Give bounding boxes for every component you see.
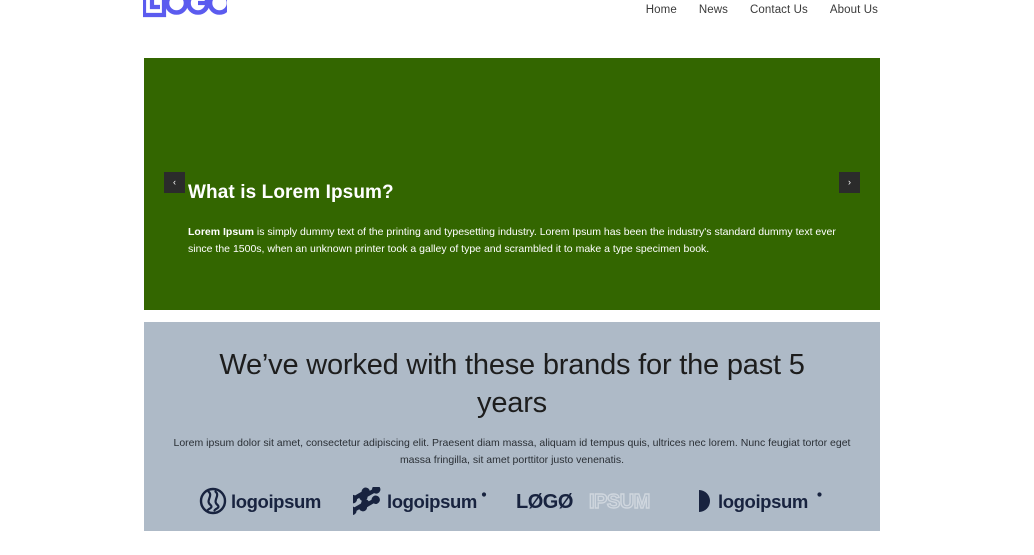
main-navigation: Home News Contact Us About Us	[646, 0, 878, 20]
carousel-prev-button[interactable]: ‹	[164, 172, 185, 193]
logoipsum-circle-waves-icon: logoipsum	[199, 487, 321, 514]
hero-title: What is Lorem Ipsum?	[188, 182, 394, 203]
nav-item-about-us[interactable]: About Us	[830, 4, 878, 16]
hero-carousel: ‹ › What is Lorem Ipsum? Lorem Ipsum is …	[144, 58, 880, 310]
nav-item-contact-us[interactable]: Contact Us	[750, 4, 808, 16]
carousel-next-button[interactable]: ›	[839, 172, 860, 193]
logoipsum-nodes-icon: logoipsum	[352, 486, 486, 515]
svg-text:LØGØ: LØGØ	[516, 491, 573, 513]
site-logo[interactable]	[143, 0, 227, 18]
logo-wordmark-icon	[143, 0, 227, 18]
brand-logo-outline: LØGØ IPSUM	[516, 487, 668, 515]
brand-logo-half-moon: logoipsum	[696, 487, 826, 515]
svg-text:IPSUM: IPSUM	[589, 491, 650, 513]
site-header: Home News Contact Us About Us	[0, 0, 1034, 40]
brand-logo-circle-waves: logoipsum	[199, 487, 325, 515]
brand-logo-row: logoipsum logoipsum LØGØ IPSUM logoipsum	[144, 486, 880, 515]
nav-item-home[interactable]: Home	[646, 4, 677, 16]
logoipsum-outline-icon: LØGØ IPSUM	[516, 490, 651, 513]
svg-text:logoipsum: logoipsum	[231, 491, 321, 512]
hero-body: Lorem Ipsum is simply dummy text of the …	[188, 224, 836, 258]
page-root: Home News Contact Us About Us ‹ › What i…	[0, 0, 1034, 555]
hero-body-lead: Lorem Ipsum	[188, 226, 254, 238]
logoipsum-half-moon-icon: logoipsum	[698, 489, 822, 512]
brands-section: We’ve worked with these brands for the p…	[144, 322, 880, 531]
brands-title: We’ve worked with these brands for the p…	[219, 349, 805, 420]
brands-subtitle: Lorem ipsum dolor sit amet, consectetur …	[173, 436, 851, 466]
hero-content: What is Lorem Ipsum? Lorem Ipsum is simp…	[188, 182, 836, 258]
brand-logo-nodes: logoipsum	[352, 486, 488, 515]
svg-text:logoipsum: logoipsum	[387, 491, 477, 512]
hero-body-rest: is simply dummy text of the printing and…	[188, 226, 836, 255]
svg-text:logoipsum: logoipsum	[718, 491, 808, 512]
nav-item-news[interactable]: News	[699, 4, 728, 16]
